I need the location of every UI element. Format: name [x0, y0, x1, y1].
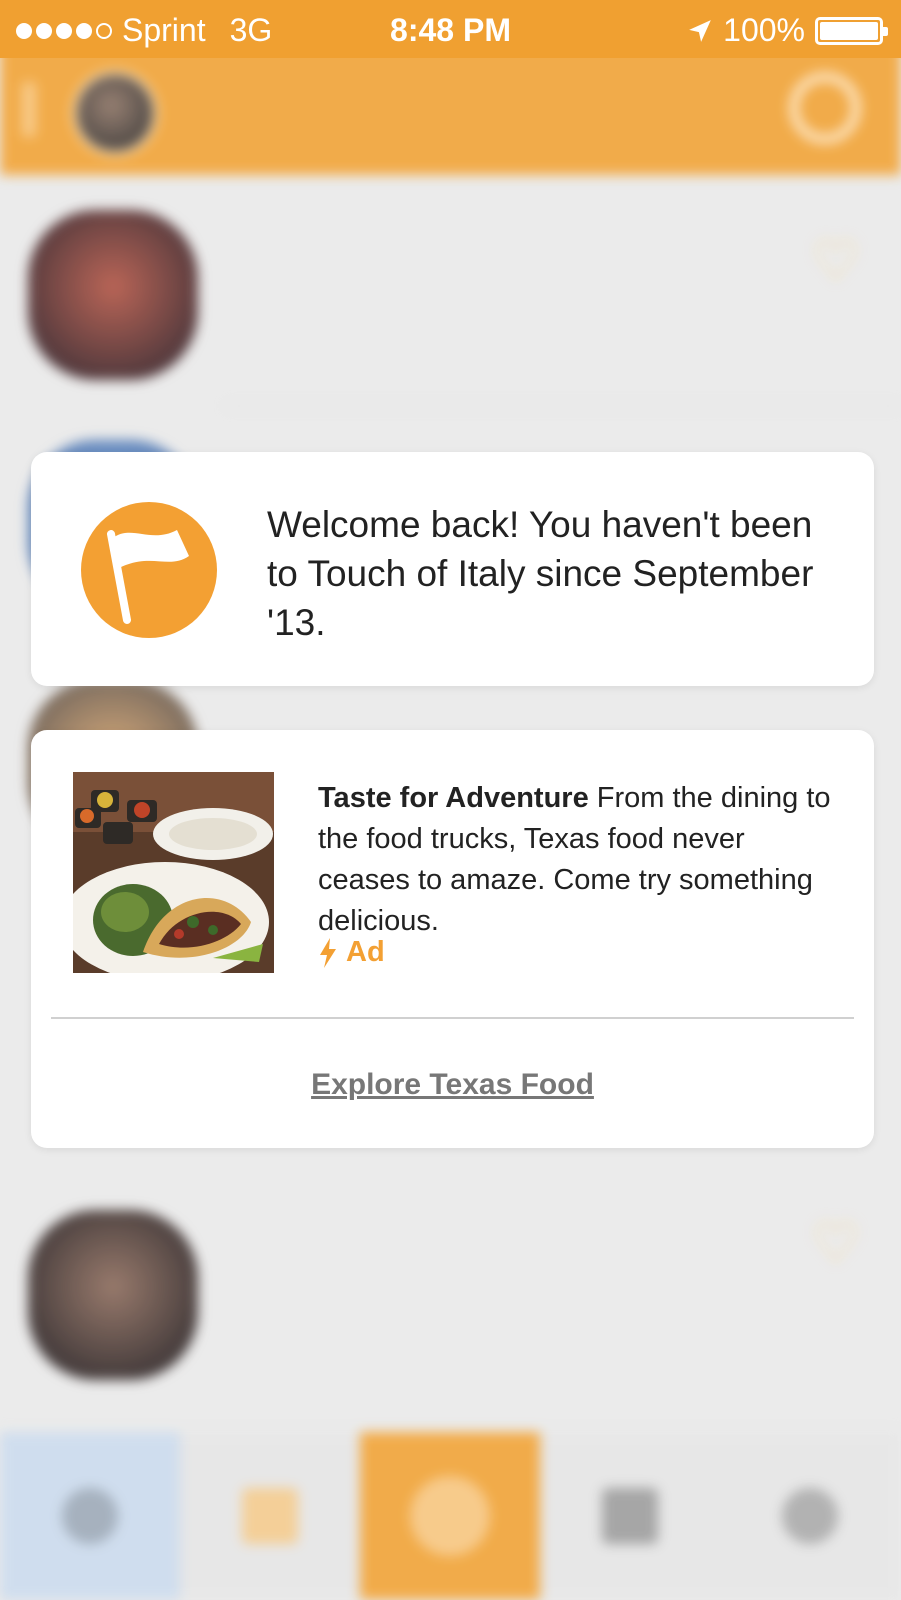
ad-headline: Taste for Adventure [318, 782, 589, 814]
location-arrow-icon [689, 19, 711, 42]
status-bar: Sprint 3G 8:48 PM 100% [0, 0, 901, 58]
ad-tag-label: Ad [346, 936, 385, 968]
ad-copy: Taste for Adventure From the dining to t… [318, 778, 838, 942]
welcome-back-card[interactable]: Welcome back! You haven't been to Touch … [31, 452, 874, 686]
lightning-icon [320, 937, 336, 968]
welcome-message: Welcome back! You haven't been to Touch … [267, 504, 814, 643]
food-photo [73, 772, 274, 973]
battery-info: 100% [687, 12, 888, 49]
ad-card[interactable]: Taste for Adventure From the dining to t… [31, 730, 874, 1148]
explore-texas-food-link[interactable]: Explore Texas Food [31, 1068, 874, 1102]
battery-percent: 100% [723, 12, 805, 48]
divider [51, 1017, 854, 1019]
flag-icon [81, 502, 217, 638]
ad-badge: Ad [318, 936, 385, 969]
battery-icon [815, 16, 888, 45]
